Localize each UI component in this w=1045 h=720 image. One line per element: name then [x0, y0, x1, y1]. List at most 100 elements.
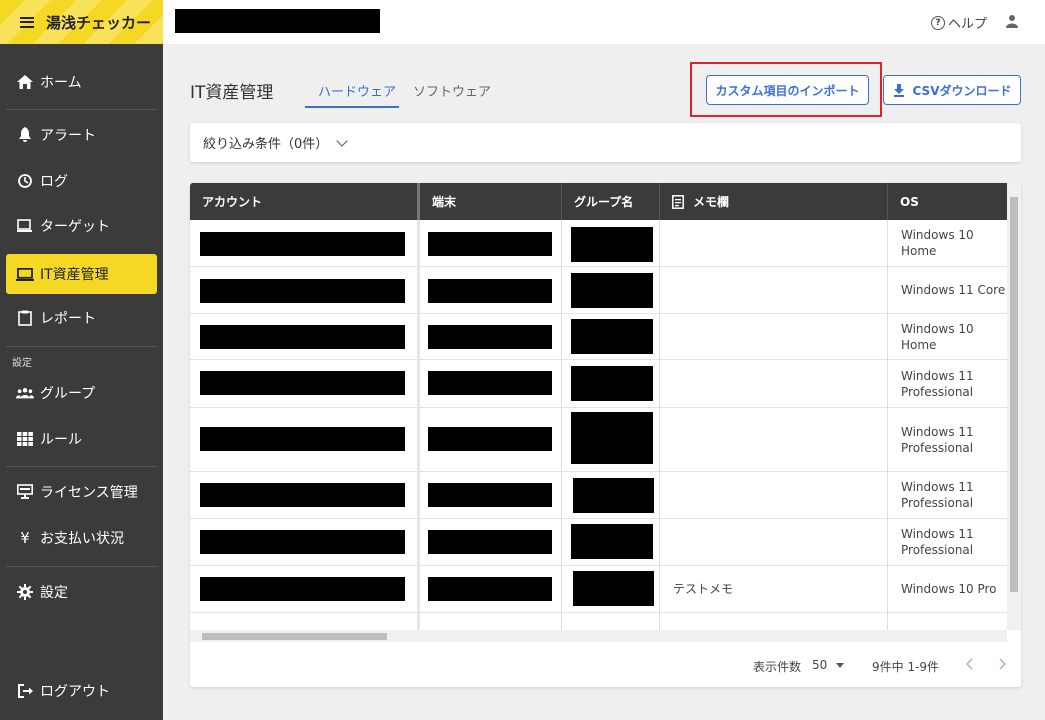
sidebar-item-rule[interactable]: ルール — [0, 419, 163, 459]
filter-toggle[interactable]: 絞り込み条件（0件） — [190, 123, 1021, 162]
per-page-label: 表示件数 — [753, 660, 802, 674]
chevron-right-icon — [999, 658, 1007, 670]
table-row[interactable]: Windows 11 Professional — [190, 472, 1007, 519]
history-icon — [16, 172, 34, 190]
column-header-group[interactable]: グループ名 — [562, 183, 633, 220]
memo-cell[interactable] — [660, 220, 888, 266]
memo-cell[interactable] — [660, 519, 888, 565]
os-cell: Windows 11 Professional — [901, 480, 974, 510]
bell-icon — [16, 126, 34, 144]
help-link[interactable]: ? ヘルプ — [930, 13, 987, 32]
csv-download-button[interactable]: CSVダウンロード — [883, 75, 1021, 105]
page-range: 9件中 1-9件 — [872, 660, 940, 674]
scrollbar-thumb[interactable] — [1010, 197, 1018, 592]
table-row[interactable]: テストメモ Windows 10 Pro — [190, 566, 1007, 613]
memo-cell[interactable] — [660, 314, 888, 359]
download-icon — [893, 83, 904, 97]
page-title: IT資産管理 — [190, 83, 274, 103]
column-header-device[interactable]: 端末 — [420, 183, 456, 220]
redacted-device — [428, 483, 552, 507]
sidebar-item-report[interactable]: レポート — [0, 298, 163, 338]
sidebar-item-home[interactable]: ホーム — [0, 62, 163, 102]
sidebar-item-settings[interactable]: 設定 — [0, 572, 163, 612]
people-icon — [16, 384, 34, 402]
sidebar-item-target[interactable]: ターゲット — [0, 206, 163, 246]
per-page-select[interactable]: 50 — [812, 658, 845, 672]
sidebar-item-payment[interactable]: ¥ お支払い状況 — [0, 518, 163, 558]
table-row[interactable]: Windows 11 Professional — [190, 519, 1007, 566]
yen-icon: ¥ — [20, 529, 30, 547]
redacted-group — [573, 571, 654, 606]
tab-indicator — [305, 106, 399, 108]
sidebar-item-label: IT資産管理 — [40, 267, 109, 283]
sidebar-item-group[interactable]: グループ — [0, 373, 163, 413]
memo-cell[interactable] — [660, 472, 888, 518]
sidebar-item-label: グループ — [40, 386, 96, 402]
prev-page-button[interactable] — [965, 658, 974, 673]
tab-software[interactable]: ソフトウェア — [413, 81, 491, 100]
pagination: 表示件数 50 9件中 1-9件 — [190, 651, 1021, 681]
column-header-account[interactable]: アカウント — [190, 183, 262, 220]
home-icon — [16, 73, 34, 91]
memo-header-label: メモ欄 — [693, 195, 730, 209]
chevron-down-icon — [336, 134, 348, 147]
divider — [561, 220, 562, 630]
menu-icon[interactable] — [20, 16, 34, 28]
redacted-account — [200, 325, 405, 349]
table-row[interactable] — [190, 613, 1007, 630]
horizontal-scrollbar[interactable] — [190, 630, 1007, 642]
table-row[interactable]: Windows 10 Home — [190, 314, 1007, 360]
sidebar-item-license[interactable]: ライセンス管理 — [0, 472, 163, 512]
note-icon — [672, 194, 684, 209]
sidebar-item-log[interactable]: ログ — [0, 161, 163, 201]
chevron-left-icon — [965, 658, 973, 670]
redacted-account — [200, 483, 405, 507]
table-row[interactable]: Windows 11 Professional — [190, 360, 1007, 408]
sidebar-item-label: ライセンス管理 — [40, 485, 138, 501]
memo-cell[interactable]: テストメモ — [660, 566, 888, 612]
divider — [659, 220, 660, 630]
sidebar-item-logout[interactable]: ログアウト — [0, 671, 163, 711]
import-custom-fields-button[interactable]: カスタム項目のインポート — [706, 75, 869, 105]
sidebar-item-label: ホーム — [40, 75, 82, 91]
os-cell: Windows 11 Professional — [901, 368, 974, 399]
os-cell: Windows 10 Home — [901, 228, 974, 258]
scrollbar-thumb[interactable] — [202, 633, 387, 640]
os-cell: Windows 11 Professional — [901, 527, 974, 557]
user-icon[interactable] — [1005, 14, 1019, 28]
asset-table-card: アカウント 端末 グループ名 メモ欄 OS Windows 10 Home Wi… — [190, 183, 1021, 687]
vertical-scrollbar[interactable] — [1007, 183, 1021, 630]
table-row[interactable]: Windows 10 Home — [190, 220, 1007, 267]
redacted-account — [200, 427, 405, 451]
csv-button-label: CSVダウンロード — [912, 83, 1012, 98]
redacted-device — [428, 371, 552, 395]
redacted-device — [428, 427, 552, 451]
memo-cell[interactable] — [660, 360, 888, 407]
import-button-label: カスタム項目のインポート — [715, 83, 860, 98]
table-header: アカウント 端末 グループ名 メモ欄 OS — [190, 183, 1007, 220]
redacted-account — [200, 371, 405, 395]
redacted-device — [428, 232, 552, 256]
tab-hardware[interactable]: ハードウェア — [318, 81, 396, 100]
filter-label: 絞り込み条件（0件） — [203, 137, 329, 152]
next-page-button[interactable] — [998, 658, 1007, 673]
memo-cell[interactable] — [660, 408, 888, 471]
sidebar-item-it-assets[interactable]: IT資産管理 — [6, 254, 157, 294]
memo-cell[interactable] — [660, 267, 888, 313]
redacted-account — [200, 530, 405, 554]
computer-icon — [16, 217, 34, 235]
redacted-group — [571, 412, 653, 464]
sidebar-item-alert[interactable]: アラート — [0, 115, 163, 155]
divider — [417, 220, 420, 630]
divider — [6, 109, 157, 110]
logout-icon — [16, 682, 34, 700]
table-row[interactable]: Windows 11 Core — [190, 267, 1007, 314]
redacted-group — [573, 478, 654, 513]
table-row[interactable]: Windows 11 Professional — [190, 408, 1007, 472]
column-header-os[interactable]: OS — [888, 183, 919, 220]
os-cell: Windows 10 Home — [901, 321, 974, 352]
section-label-settings: 設定 — [12, 358, 32, 369]
redacted-device — [428, 530, 552, 554]
column-header-memo[interactable]: メモ欄 — [660, 183, 729, 220]
brand-bar: 湯浅チェッカー — [0, 0, 163, 44]
